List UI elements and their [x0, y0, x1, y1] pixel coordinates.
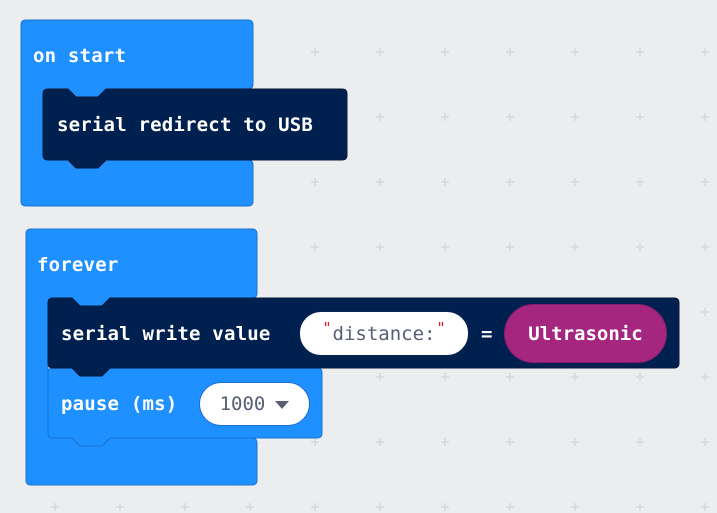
open-quote-icon: " [322, 318, 332, 337]
serial-write-value-label: serial write value [61, 323, 271, 345]
serial-write-value-block-shape [47, 297, 680, 377]
serial-name-value: distance: [332, 322, 436, 345]
blocks-workspace[interactable]: on start serial redirect to USB forever … [0, 0, 717, 513]
equals-sign: = [481, 323, 493, 345]
ultrasonic-reporter[interactable]: Ultrasonic [504, 304, 667, 363]
serial-write-value-block[interactable]: serial write value " distance: " = Ultra… [0, 0, 717, 513]
close-quote-icon: " [436, 318, 446, 337]
serial-name-text-field[interactable]: " distance: " [299, 311, 469, 356]
ultrasonic-reporter-label: Ultrasonic [528, 322, 643, 345]
